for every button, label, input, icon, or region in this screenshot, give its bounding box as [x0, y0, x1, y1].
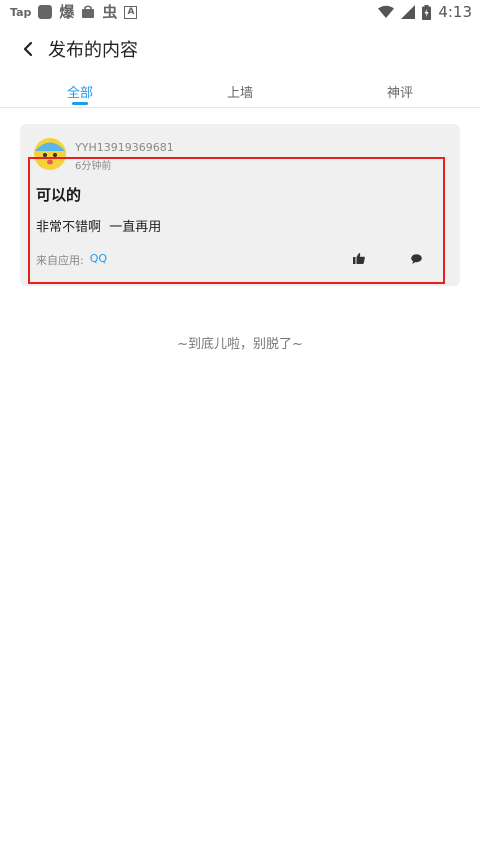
cell-signal-icon [401, 5, 416, 19]
end-of-list-text: ~到底儿啦，别脱了~ [177, 337, 303, 352]
app-glyph-icon: 爆 [59, 2, 75, 21]
comment-button[interactable] [407, 251, 425, 267]
tab-all[interactable]: 全部 [0, 74, 160, 107]
page-title: 发布的内容 [48, 40, 138, 61]
tab-top-comments[interactable]: 神评 [320, 74, 480, 107]
bag-icon [82, 5, 95, 18]
thumbs-up-icon [353, 252, 365, 264]
status-bar: Tap 爆 虫 A 4:13 [0, 0, 480, 24]
tap-app-label: Tap [10, 5, 32, 19]
post-body: 非常不错啊 一直再用 [36, 220, 162, 235]
tab-active-indicator [72, 102, 88, 105]
avatar[interactable] [34, 138, 66, 170]
app-a-icon: A [124, 5, 138, 19]
tab-label: 上墙 [226, 86, 253, 101]
tab-label: 全部 [66, 86, 93, 101]
clock-time: 4:13 [438, 3, 472, 21]
back-button[interactable] [8, 24, 48, 74]
source-app-link[interactable]: QQ [90, 252, 107, 268]
like-button[interactable] [350, 250, 368, 266]
post-card[interactable]: YYH13919369681 6分钟前 可以的 非常不错啊 一直再用 来自应用:… [20, 124, 460, 286]
battery-icon [422, 4, 432, 20]
post-time: 6分钟前 [75, 161, 112, 172]
app-bug-icon: 虫 [102, 2, 118, 21]
app-square-icon [38, 5, 53, 19]
tab-wall[interactable]: 上墙 [160, 74, 320, 107]
tab-label: 神评 [386, 86, 413, 101]
source-label: 来自应用: [36, 254, 84, 267]
app-header: 发布的内容 [0, 24, 480, 74]
comment-bubble-icon [410, 254, 422, 264]
chevron-left-icon [23, 41, 33, 57]
post-source: 来自应用: QQ [36, 252, 107, 268]
post-title: 可以的 [36, 186, 82, 204]
tab-bar: 全部 上墙 神评 [0, 74, 480, 108]
post-username[interactable]: YYH13919369681 [75, 141, 174, 154]
wifi-icon [378, 5, 395, 18]
